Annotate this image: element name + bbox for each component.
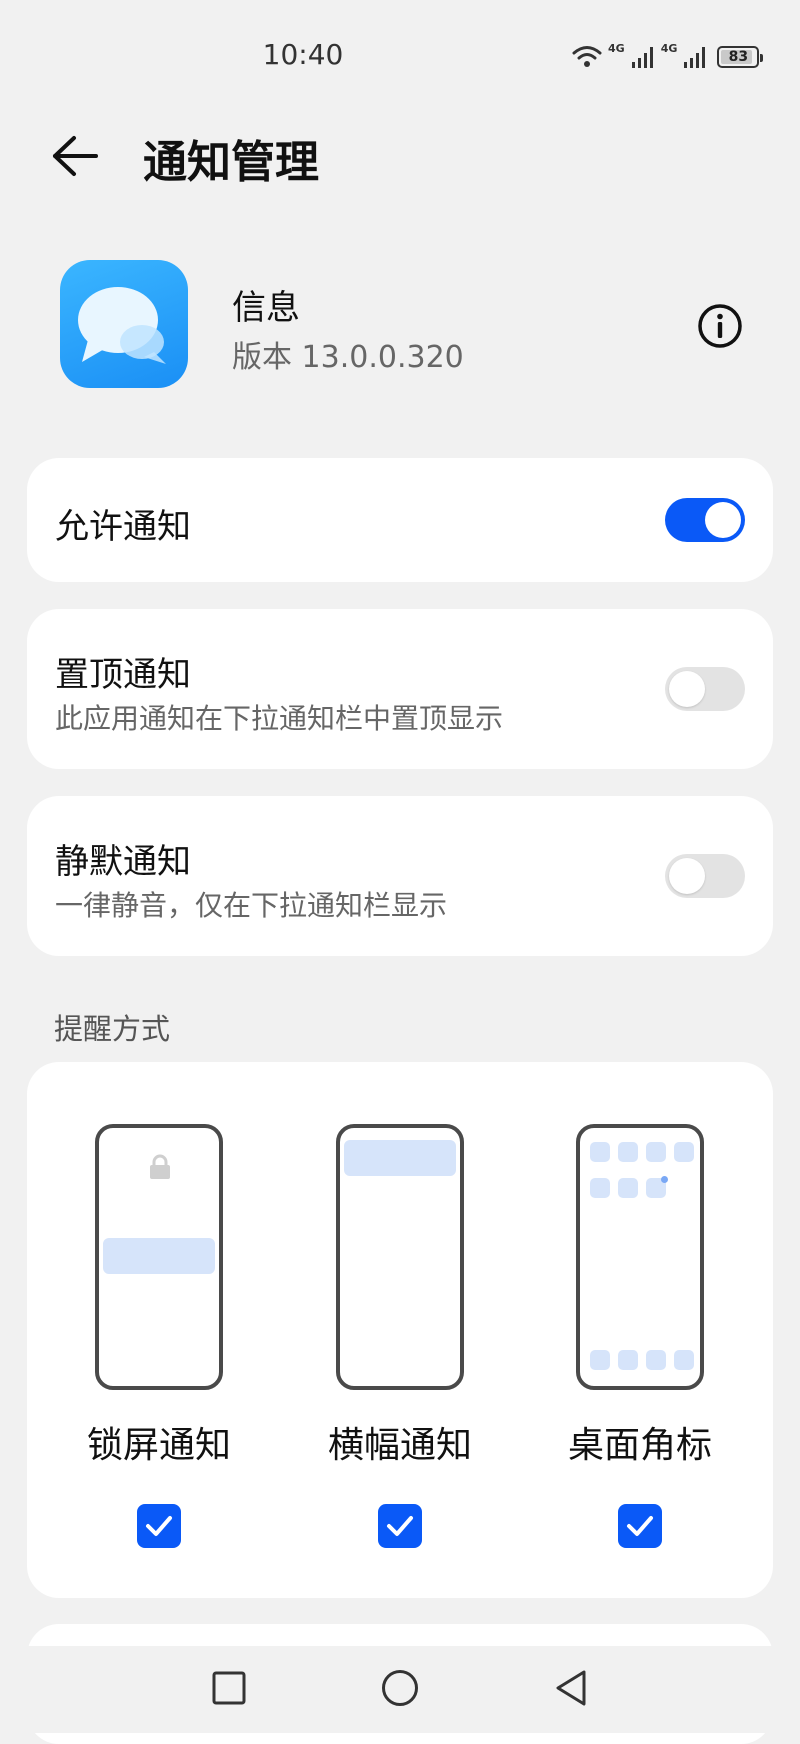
check-icon <box>146 1516 172 1536</box>
recent-apps-button[interactable] <box>205 1664 253 1712</box>
banner-option[interactable]: 横幅通知 <box>310 1124 490 1548</box>
banner-checkbox[interactable] <box>378 1504 422 1548</box>
lockscreen-option[interactable]: 锁屏通知 <box>69 1124 249 1548</box>
app-version: 版本 13.0.0.320 <box>232 340 464 375</box>
status-icons: 4G 4G 83 <box>572 40 764 74</box>
nav-back-button[interactable] <box>547 1664 595 1712</box>
home-button[interactable] <box>376 1664 424 1712</box>
allow-notification-toggle[interactable] <box>665 498 745 542</box>
lockscreen-preview <box>95 1124 223 1390</box>
badge-checkbox[interactable] <box>618 1504 662 1548</box>
badge-option-label: 桌面角标 <box>567 1425 712 1466</box>
check-icon <box>387 1516 413 1536</box>
info-circle-icon <box>698 304 742 348</box>
badge-dot <box>661 1176 668 1183</box>
reminder-card: 锁屏通知 横幅通知 桌面角标 <box>27 1062 773 1598</box>
pin-notification-label: 置顶通知 <box>55 655 191 695</box>
banner-preview <box>336 1124 464 1390</box>
page-title: 通知管理 <box>143 137 319 188</box>
app-name: 信息 <box>232 288 300 328</box>
signal-icon <box>631 47 653 68</box>
circle-icon <box>382 1670 418 1706</box>
arrow-left-icon <box>53 136 98 176</box>
signal2-label: 4G <box>660 42 678 55</box>
silent-notification-label: 静默通知 <box>55 842 191 882</box>
silent-notification-description: 一律静音，仅在下拉通知栏显示 <box>55 889 448 922</box>
banner-option-label: 横幅通知 <box>327 1425 472 1466</box>
check-icon <box>627 1516 653 1536</box>
battery-level: 83 <box>728 49 749 65</box>
pin-notification-description: 此应用通知在下拉通知栏中置顶显示 <box>55 702 504 735</box>
pin-notification-card: 置顶通知 此应用通知在下拉通知栏中置顶显示 <box>27 609 773 769</box>
back-button[interactable] <box>50 128 110 184</box>
badge-preview <box>576 1124 704 1390</box>
message-bubble-icon <box>60 260 188 388</box>
lockscreen-checkbox[interactable] <box>137 1504 181 1548</box>
signal1-label: 4G <box>608 42 625 55</box>
battery-icon: 83 <box>717 46 764 68</box>
badge-option[interactable]: 桌面角标 <box>550 1124 730 1548</box>
navigation-bar <box>0 1646 800 1733</box>
reminder-section-label: 提醒方式 <box>54 1012 171 1046</box>
signal-icon <box>684 47 706 68</box>
app-info-button[interactable] <box>696 302 744 350</box>
square-icon <box>212 1671 246 1705</box>
lockscreen-option-label: 锁屏通知 <box>86 1425 231 1466</box>
pin-notification-toggle[interactable] <box>665 667 745 711</box>
allow-notification-card: 允许通知 <box>27 458 773 582</box>
silent-notification-toggle[interactable] <box>665 854 745 898</box>
lock-icon <box>150 1154 170 1179</box>
status-time: 10:40 <box>262 38 344 71</box>
silent-notification-card: 静默通知 一律静音，仅在下拉通知栏显示 <box>27 796 773 956</box>
allow-notification-label: 允许通知 <box>55 507 191 547</box>
triangle-back-icon <box>556 1670 586 1706</box>
wifi-icon <box>572 46 602 67</box>
